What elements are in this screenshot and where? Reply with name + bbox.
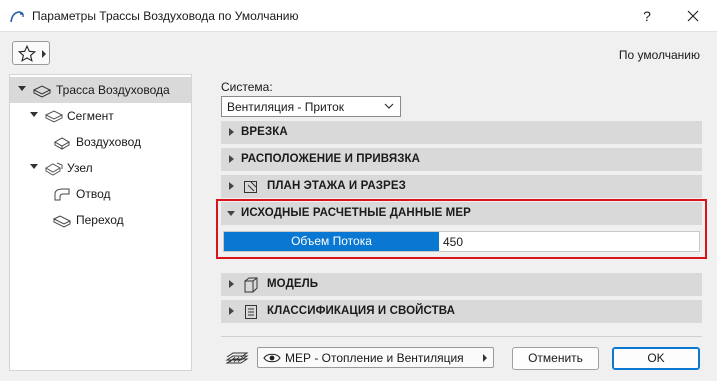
floor-plan-icon [244,181,257,193]
cancel-button[interactable]: Отменить [512,347,599,370]
layer-dropdown[interactable]: МЕР - Отопление и Вентиляция [257,347,494,368]
tree-item-elbow[interactable]: Отвод [10,181,191,207]
tree-item-node[interactable]: Узел [10,155,191,181]
elbow-icon [54,188,70,201]
expand-arrow-icon [229,182,234,190]
layers-icon [225,352,249,364]
system-value: Вентиляция - Приток [227,100,345,114]
document-list-icon [245,305,257,319]
expand-arrow-icon [229,307,234,315]
star-icon [18,45,36,62]
default-settings-label: По умолчанию [618,48,700,62]
tree-item-duct-route[interactable]: Трасса Воздуховода [10,77,191,103]
chevron-down-icon [30,164,38,169]
tree-item-label: Узел [67,161,93,175]
tree-item-duct[interactable]: Воздуховод [10,129,191,155]
eye-icon [263,353,281,363]
panel-floor-plan[interactable]: ПЛАН ЭТАЖА И РАЗРЕЗ [221,175,702,198]
model-cube-icon [244,277,258,293]
duct-route-icon [32,85,52,98]
expand-arrow-icon [229,155,234,163]
panel-title: РАСПОЛОЖЕНИЕ И ПРИВЯЗКА [241,153,421,165]
title-bar: Параметры Трассы Воздуховода по Умолчани… [0,0,717,32]
system-label: Система: [221,80,273,94]
node-icon [44,162,63,176]
expand-arrow-icon [229,128,234,136]
segment-icon [44,110,64,123]
chevron-down-icon [384,103,394,109]
panel-title: ПЛАН ЭТАЖА И РАЗРЕЗ [267,180,406,192]
panel-title: МОДЕЛЬ [267,278,319,290]
panel-connection[interactable]: ВРЕЗКА [221,121,702,144]
panel-positioning[interactable]: РАСПОЛОЖЕНИЕ И ПРИВЯЗКА [221,148,702,171]
panel-model[interactable]: МОДЕЛЬ [221,273,702,296]
help-button[interactable]: ? [634,4,660,28]
app-logo-icon [10,11,24,23]
duct-icon [53,137,71,150]
tree-item-label: Переход [76,213,124,227]
panel-title: КЛАССИФИКАЦИЯ И СВОЙСТВА [267,305,455,317]
chevron-down-icon [30,112,38,117]
tree-item-segment[interactable]: Сегмент [10,103,191,129]
ok-button[interactable]: OK [612,347,700,370]
window-title: Параметры Трассы Воздуховода по Умолчани… [32,9,299,23]
favorites-button[interactable] [12,41,50,65]
tree-item-label: Трасса Воздуховода [56,83,170,97]
expand-arrow-icon [229,280,234,288]
tree-item-label: Воздуховод [76,135,141,149]
chevron-right-icon [483,354,487,362]
system-dropdown[interactable]: Вентиляция - Приток [221,96,401,117]
close-button[interactable] [680,4,706,28]
close-icon [687,10,699,22]
layer-value: МЕР - Отопление и Вентиляция [285,351,464,365]
divider [221,336,702,337]
tree-item-label: Сегмент [67,109,114,123]
settings-tree: Трасса Воздуховода Сегмент Воздуховод Уз… [9,74,192,371]
highlight-frame [216,199,707,259]
chevron-right-icon [42,50,46,58]
transition-icon [52,215,72,228]
tree-item-label: Отвод [76,187,111,201]
panel-classification[interactable]: КЛАССИФИКАЦИЯ И СВОЙСТВА [221,300,702,323]
chevron-down-icon [18,86,26,91]
tree-item-transition[interactable]: Переход [10,207,191,233]
panel-title: ВРЕЗКА [241,126,288,138]
